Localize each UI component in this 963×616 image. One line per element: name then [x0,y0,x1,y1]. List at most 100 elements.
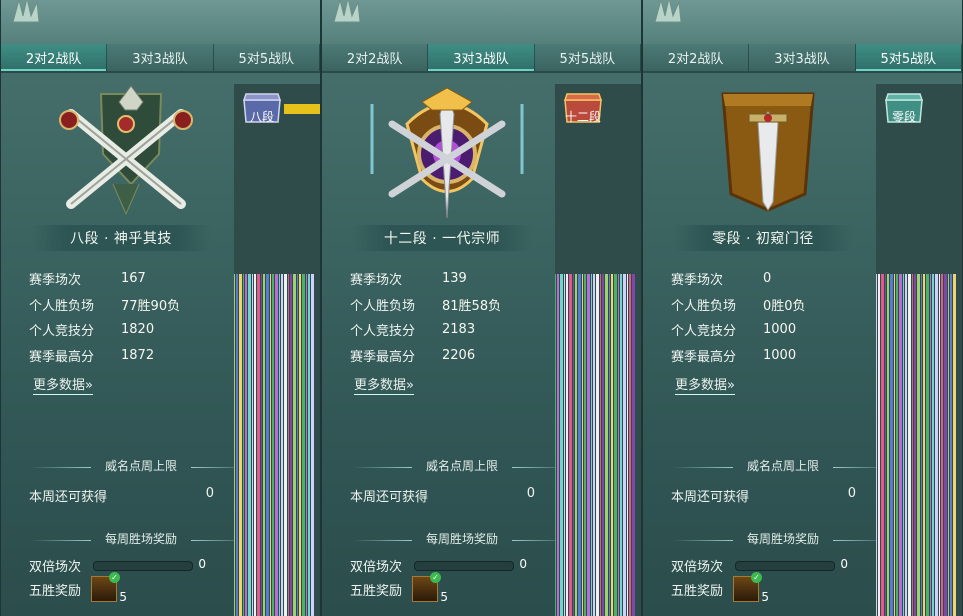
five-win-reward-row: 五胜奖励 ✓ 5 [671,572,769,604]
stat-label: 赛季最高分 [350,349,416,365]
glitch-stripe [596,274,599,616]
glitch-stripe [908,274,911,616]
team-panel-3v3: 2对2战队 3对3战队 5对5战队 十二段 · 一代宗师 赛季场次 139 个人胜… [321,0,642,616]
glitch-stripe [245,274,247,616]
corner-ornament-icon [12,0,40,23]
check-icon: ✓ [109,572,121,583]
weekly-available-row: 本周还可获得 0 [29,486,214,505]
glitch-stripe [275,274,278,616]
team-panel-5v5: 2对2战队 3对3战队 5对5战队 零段 · 初窥门径 赛季场次 0 个人胜负场 0… [642,0,963,616]
stat-label: 个人胜负场 [29,298,95,314]
double-games-value: 0 [198,556,207,571]
stat-value: 0 [763,271,772,287]
glitch-stripe [281,274,283,616]
glitch-stripe [560,274,563,616]
glitch-stripe [252,274,253,616]
stat-value: 2206 [442,347,476,363]
glitch-stripe [557,274,559,616]
stat-row: 赛季场次 139 [350,266,550,292]
stat-row: 个人竞技分 1000 [671,317,871,343]
tab-3v3[interactable]: 3对3战队 [107,44,214,71]
glitch-stripe [953,274,956,616]
tab-5v5[interactable]: 5对5战队 [535,44,641,71]
glitch-stripe [896,274,898,616]
glitch-stripe [587,274,590,616]
fame-cap-title: 威名点周上限 [21,457,261,477]
glitch-stripe [944,274,947,616]
glitch-stripe [932,274,934,616]
more-data-label: 更多数据 [354,378,407,393]
tab-3v3[interactable]: 3对3战队 [428,44,535,71]
rank-title: 十二段 · 一代宗师 [352,225,532,251]
more-data-link[interactable]: 更多数据» [354,374,414,395]
tab-5v5[interactable]: 5对5战队 [855,44,962,71]
stat-label: 个人竞技分 [671,324,737,340]
more-data-link[interactable]: 更多数据» [675,374,735,395]
highlight-bar [284,104,320,114]
five-win-reward-label: 五胜奖励 [29,583,82,599]
glitch-stripe [620,274,622,616]
stat-value: 1820 [121,322,155,338]
glitch-stripe [894,274,895,616]
tab-2v2[interactable]: 2对2战队 [322,44,429,71]
double-chevron-right-icon: » [406,378,414,393]
crossed-swords-crown-emblem-icon [59,85,193,216]
glitch-stripe [311,274,314,616]
tab-bar: 2对2战队 3对3战队 5对5战队 [322,44,641,73]
glitch-stripe [629,274,631,616]
glitch-stripe [279,274,280,616]
glitch-stripe [917,274,920,616]
glitch-stripe [926,274,929,616]
rank-badge-label: 八段 [249,110,274,124]
stat-row: 赛季最高分 1000 [671,343,871,369]
treasure-chest-icon[interactable]: ✓ 5 [91,572,127,604]
stat-label: 赛季场次 [29,273,82,289]
weekly-win-reward-title: 每周胜场奖励 [663,530,903,550]
stat-value: 0胜0负 [763,298,806,314]
double-games-progress-bar: 0 [414,557,527,571]
treasure-chest-icon[interactable]: ✓ 5 [412,572,448,604]
sword-banner-emblem-icon [721,92,815,212]
glitch-stripes [555,274,635,616]
glitch-stripe [272,274,274,616]
reward-count: 5 [440,590,449,604]
glitch-stripe [564,274,565,616]
glitch-stripe [569,274,572,616]
reward-count: 5 [119,590,128,604]
glitch-stripe [611,274,613,616]
more-data-link[interactable]: 更多数据» [33,374,93,395]
game-screen: 2对2战队 3对3战队 5对5战队 八段 · 神乎其技 赛季场次 167 个人胜负… [0,0,963,616]
tab-2v2[interactable]: 2对2战队 [643,44,750,71]
glitch-stripe [876,274,877,616]
five-win-reward-label: 五胜奖励 [350,583,403,599]
tab-5v5[interactable]: 5对5战队 [214,44,320,71]
glitch-stripe [881,274,884,616]
more-data-label: 更多数据 [33,378,86,393]
stat-row: 赛季最高分 2206 [350,343,550,369]
stat-value: 2183 [442,322,476,338]
treasure-chest-icon[interactable]: ✓ 5 [733,572,769,604]
fame-cap-title: 威名点周上限 [342,457,582,477]
stat-row: 赛季最高分 1872 [29,343,229,369]
tab-3v3[interactable]: 3对3战队 [749,44,856,71]
stats-list: 赛季场次 139 个人胜负场 81胜58负 个人竞技分 2183 赛季最高分 2206 [350,266,550,368]
glitch-stripe [609,274,610,616]
glitch-stripe [632,274,635,616]
fame-cap-title: 威名点周上限 [663,457,903,477]
five-win-reward-label: 五胜奖励 [671,583,724,599]
stat-value: 81胜58负 [442,298,502,314]
glitch-stripe [914,274,916,616]
glitch-stripe [948,274,949,616]
side-strip: 十二段 [555,84,641,616]
five-win-reward-row: 五胜奖励 ✓ 5 [350,572,448,604]
side-strip: 零段 [876,84,962,616]
glitch-stripe [584,274,586,616]
glitch-stripe [248,274,251,616]
glitch-stripe [912,274,913,616]
stat-label: 赛季最高分 [29,349,95,365]
glitch-stripe [573,274,574,616]
corner-ornament-icon [654,0,682,23]
weekly-available-value: 0 [847,486,856,501]
tab-2v2[interactable]: 2对2战队 [1,44,108,71]
glitch-stripe [290,274,292,616]
